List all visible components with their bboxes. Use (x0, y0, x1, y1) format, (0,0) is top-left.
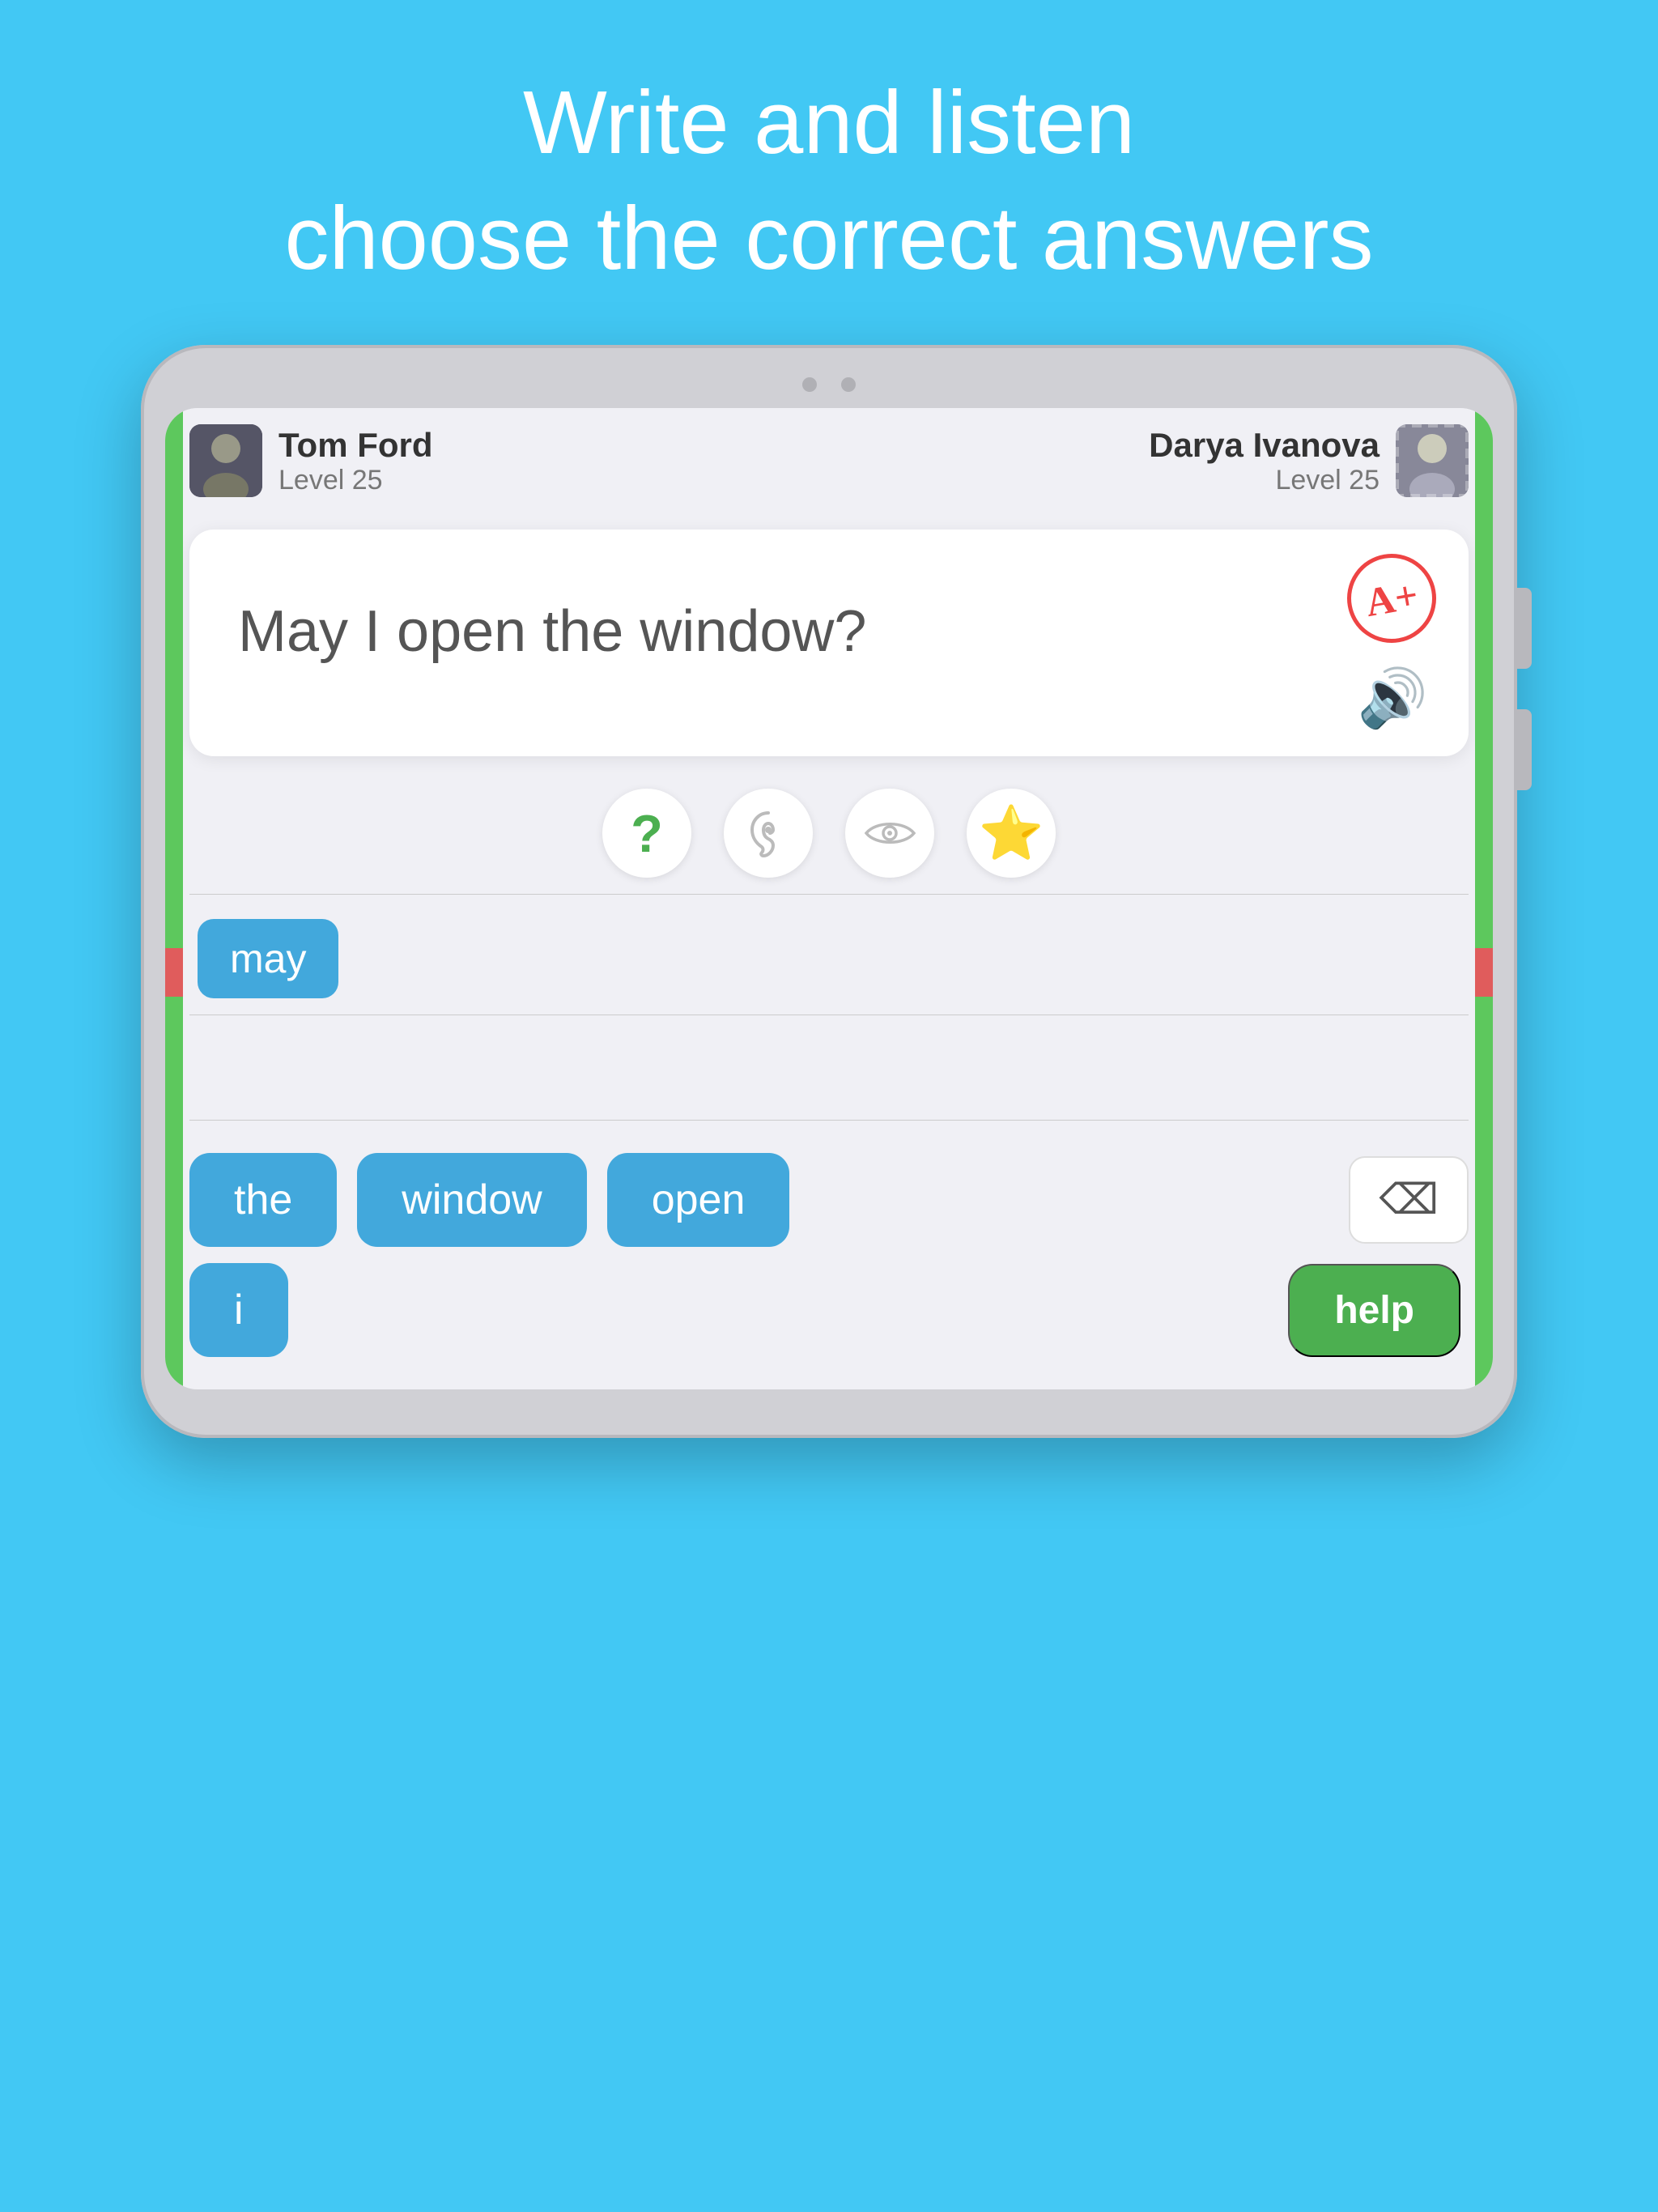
hint-button[interactable]: ? (602, 789, 691, 878)
app-background: Write and listen choose the correct answ… (0, 0, 1658, 2212)
progress-green-bottom-left (165, 997, 183, 1389)
avatar-left-image (189, 424, 262, 497)
header-line2: choose the correct answers (0, 181, 1658, 296)
player-left-level: Level 25 (278, 465, 433, 496)
progress-green-bottom-right (1475, 997, 1493, 1389)
word-button-window[interactable]: window (357, 1153, 586, 1247)
star-button[interactable]: ⭐ (967, 789, 1056, 878)
player-right-level: Level 25 (1149, 465, 1380, 496)
header-line1: Write and listen (0, 65, 1658, 181)
avatar-right-image (1396, 424, 1469, 497)
tablet-camera-area (165, 377, 1493, 392)
camera-dot-2 (841, 377, 856, 392)
player-left: Tom Ford Level 25 (189, 424, 433, 497)
avatar-left (189, 424, 262, 497)
camera-dot-1 (802, 377, 817, 392)
progress-green-top-left (165, 408, 183, 948)
player-left-name: Tom Ford (278, 426, 433, 465)
progress-green-top-right (1475, 408, 1493, 948)
listen-button[interactable] (724, 789, 813, 878)
tablet-wrapper: Tom Ford Level 25 (141, 345, 1517, 1438)
word-button-the[interactable]: the (189, 1153, 337, 1247)
ear-icon (744, 809, 793, 857)
answer-token-may[interactable]: may (198, 919, 338, 998)
backspace-button[interactable]: ⌫ (1349, 1156, 1469, 1244)
player-right-info: Darya Ivanova Level 25 (1149, 426, 1380, 496)
speaker-icon[interactable]: 🔊 (1358, 666, 1428, 732)
avatar-right-bg (1396, 424, 1469, 497)
separator-1 (189, 894, 1469, 895)
tablet-side-button-2 (1517, 709, 1532, 790)
word-button-open[interactable]: open (607, 1153, 790, 1247)
tablet-screen: Tom Ford Level 25 (165, 408, 1493, 1389)
action-buttons-row: ? ⭐ (189, 789, 1469, 878)
player-right-name: Darya Ivanova (1149, 426, 1380, 465)
peek-button[interactable] (845, 789, 934, 878)
help-button[interactable]: help (1288, 1264, 1460, 1357)
word-choices-row1: the window open ⌫ (189, 1153, 1469, 1247)
question-text: May I open the window? (238, 594, 1420, 670)
header-text: Write and listen choose the correct answ… (0, 0, 1658, 345)
progress-bar-left (165, 408, 183, 1389)
eye-icon (864, 817, 916, 849)
player-left-info: Tom Ford Level 25 (278, 426, 433, 496)
word-button-i[interactable]: i (189, 1263, 288, 1357)
tablet-frame: Tom Ford Level 25 (141, 345, 1517, 1438)
player-right: Darya Ivanova Level 25 (1149, 424, 1469, 497)
tablet-side-button (1517, 588, 1532, 669)
word-choices-row2: i help (189, 1263, 1469, 1357)
question-card: A+ May I open the window? 🔊 (189, 530, 1469, 756)
answer-area-1: may (189, 903, 1469, 1015)
progress-red-left (165, 948, 183, 997)
avatar-right (1396, 424, 1469, 497)
answer-area-2 (189, 1023, 1469, 1121)
progress-red-right (1475, 948, 1493, 997)
progress-bar-right (1475, 408, 1493, 1389)
avatar-left-bg (189, 424, 262, 497)
players-header: Tom Ford Level 25 (165, 408, 1493, 513)
